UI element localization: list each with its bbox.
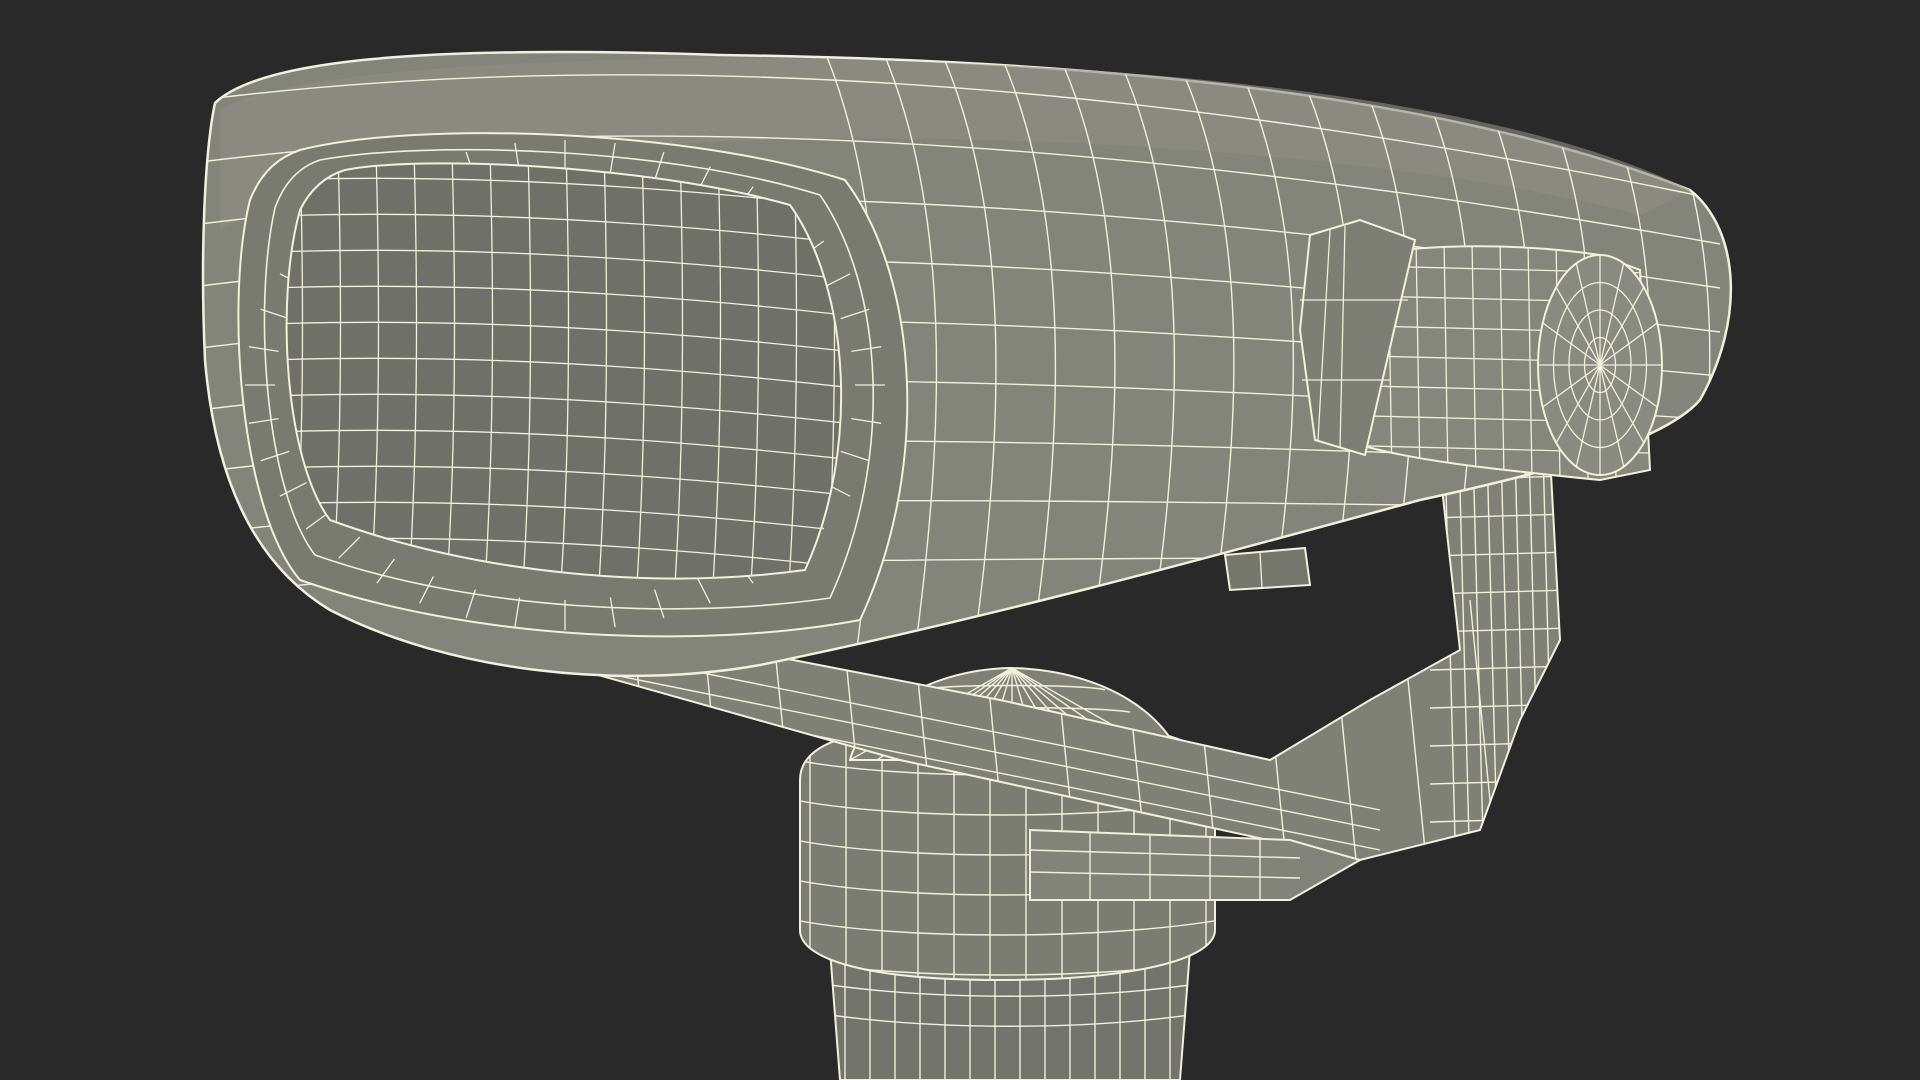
focus-knob-cap xyxy=(1537,254,1663,476)
render-viewport xyxy=(0,0,1920,1080)
wireframe-render xyxy=(201,50,1733,1080)
housing-foot xyxy=(1223,546,1312,592)
